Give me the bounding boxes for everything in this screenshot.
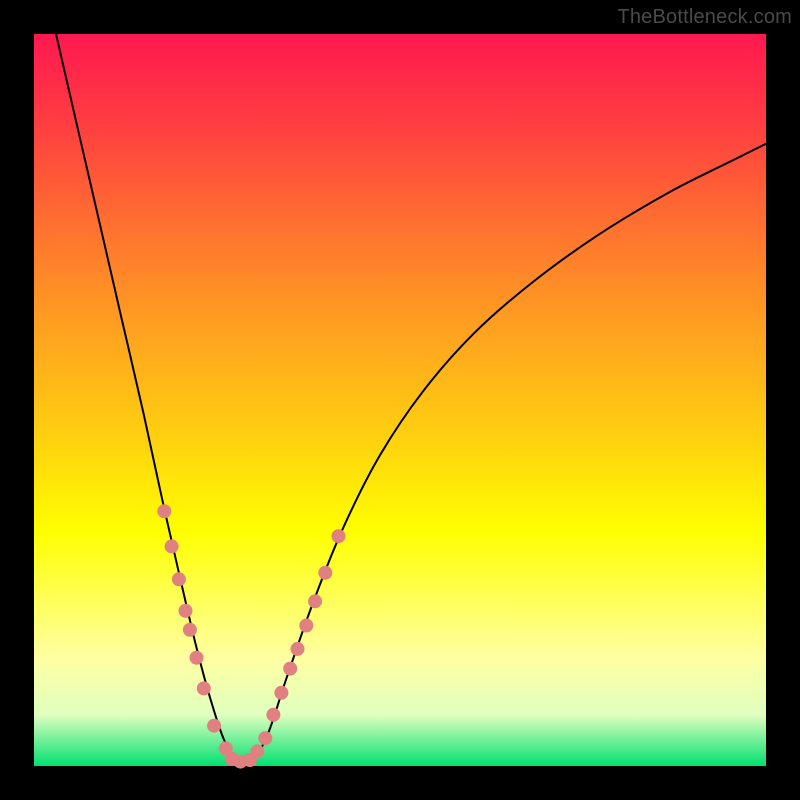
sample-dot — [274, 686, 288, 700]
sample-dot — [308, 594, 322, 608]
sample-dot — [250, 744, 264, 758]
sample-dot — [172, 572, 186, 586]
sample-dot — [283, 662, 297, 676]
sample-dot — [318, 566, 332, 580]
bottleneck-curve — [56, 34, 766, 764]
sample-dot — [157, 504, 171, 518]
sample-dot — [197, 681, 211, 695]
sample-dot — [165, 539, 179, 553]
sample-dot — [190, 651, 204, 665]
sample-dot — [291, 642, 305, 656]
sample-dot — [299, 619, 313, 633]
watermark-text: TheBottleneck.com — [617, 6, 792, 29]
sample-dot — [207, 719, 221, 733]
plot-area — [34, 34, 766, 766]
sample-dot — [266, 708, 280, 722]
sample-dot — [179, 604, 193, 618]
curve-layer — [34, 34, 766, 766]
sample-dot — [183, 623, 197, 637]
sample-dot — [258, 731, 272, 745]
chart-frame: TheBottleneck.com — [0, 0, 800, 800]
sample-dot — [332, 529, 346, 543]
sample-dots — [157, 504, 345, 768]
